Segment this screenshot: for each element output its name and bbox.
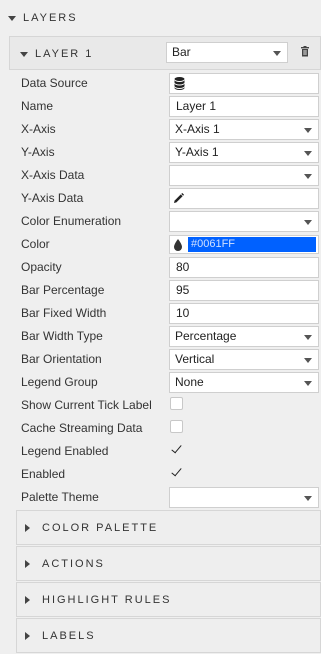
data-source-field[interactable] <box>169 73 319 94</box>
chevron-right-icon <box>25 523 30 532</box>
color-palette-section[interactable]: COLOR PALETTE <box>16 510 321 545</box>
chevron-down-icon <box>8 15 16 21</box>
bar-width-type-label: Bar Width Type <box>21 329 103 343</box>
chevron-down-icon <box>304 496 312 501</box>
color-label: Color <box>21 237 50 251</box>
bar-percentage-input[interactable]: 95 <box>169 280 319 301</box>
y-axis-data-label: Y-Axis Data <box>21 191 84 205</box>
legend-group-select[interactable]: None <box>169 372 319 393</box>
name-value: Layer 1 <box>176 99 217 113</box>
x-axis-label: X-Axis <box>21 122 56 136</box>
y-axis-value: Y-Axis 1 <box>175 145 219 159</box>
color-enumeration-select[interactable] <box>169 211 319 232</box>
actions-title: ACTIONS <box>42 557 105 570</box>
layer-1-title: LAYER 1 <box>35 48 94 60</box>
opacity-input[interactable]: 80 <box>169 257 319 278</box>
palette-theme-select[interactable] <box>169 487 319 508</box>
labels-section[interactable]: LABELS <box>16 618 321 653</box>
highlight-rules-title: HIGHLIGHT RULES <box>42 593 172 606</box>
highlight-rules-section[interactable]: HIGHLIGHT RULES <box>16 582 321 617</box>
opacity-value: 80 <box>176 260 190 274</box>
color-picker[interactable]: #0061FF <box>169 235 319 254</box>
palette-theme-label: Palette Theme <box>21 490 99 504</box>
chevron-down-icon <box>304 358 312 363</box>
layer-type-select[interactable]: Bar <box>166 42 288 63</box>
chevron-down-icon <box>304 220 312 225</box>
chevron-down-icon <box>20 51 28 57</box>
color-enumeration-label: Color Enumeration <box>21 214 122 228</box>
actions-section[interactable]: ACTIONS <box>16 546 321 581</box>
bar-percentage-value: 95 <box>176 283 190 297</box>
x-axis-value: X-Axis 1 <box>175 122 220 136</box>
bar-fixed-width-label: Bar Fixed Width <box>21 306 107 320</box>
cache-streaming-label: Cache Streaming Data <box>21 421 143 435</box>
layers-header[interactable]: LAYERS <box>0 1 321 35</box>
bar-fixed-width-value: 10 <box>176 306 190 320</box>
name-label: Name <box>21 99 54 113</box>
color-palette-title: COLOR PALETTE <box>42 521 159 534</box>
chevron-down-icon <box>304 151 312 156</box>
y-axis-select[interactable]: Y-Axis 1 <box>169 142 319 163</box>
color-swatch[interactable]: #0061FF <box>188 237 316 252</box>
chevron-down-icon <box>273 51 281 56</box>
chevron-right-icon <box>25 631 30 640</box>
layer-1-title-wrap: LAYER 1 <box>20 48 93 60</box>
trash-icon[interactable] <box>300 46 310 57</box>
chevron-down-icon <box>304 174 312 179</box>
bar-orientation-label: Bar Orientation <box>21 352 102 366</box>
name-input[interactable]: Layer 1 <box>169 96 319 117</box>
chevron-right-icon <box>25 595 30 604</box>
y-axis-data-field[interactable] <box>169 188 319 209</box>
droplet-icon <box>174 239 182 251</box>
legend-group-value: None <box>175 375 204 389</box>
layers-title: LAYERS <box>23 12 78 24</box>
bar-width-type-select[interactable]: Percentage <box>169 326 319 347</box>
database-icon <box>174 77 185 90</box>
color-value: #0061FF <box>191 238 236 250</box>
bar-orientation-select[interactable]: Vertical <box>169 349 319 370</box>
data-source-label: Data Source <box>21 76 88 90</box>
bar-orientation-value: Vertical <box>175 352 215 366</box>
chevron-down-icon <box>304 128 312 133</box>
opacity-label: Opacity <box>21 260 62 274</box>
x-axis-select[interactable]: X-Axis 1 <box>169 119 319 140</box>
x-axis-data-select[interactable] <box>169 165 319 186</box>
chevron-down-icon <box>304 381 312 386</box>
chevron-down-icon <box>304 335 312 340</box>
x-axis-data-label: X-Axis Data <box>21 168 85 182</box>
enabled-checkbox[interactable] <box>170 466 183 479</box>
cache-streaming-checkbox[interactable] <box>170 420 183 433</box>
bar-percentage-label: Bar Percentage <box>21 283 105 297</box>
show-tick-label: Show Current Tick Label <box>21 398 152 412</box>
layer-type-value: Bar <box>172 45 191 59</box>
chevron-right-icon <box>25 559 30 568</box>
show-tick-checkbox[interactable] <box>170 397 183 410</box>
y-axis-label: Y-Axis <box>21 145 55 159</box>
bar-width-type-value: Percentage <box>175 329 237 343</box>
legend-enabled-checkbox[interactable] <box>170 443 183 456</box>
legend-enabled-label: Legend Enabled <box>21 444 109 458</box>
enabled-label: Enabled <box>21 467 66 481</box>
labels-title: LABELS <box>42 629 96 642</box>
pencil-icon[interactable] <box>173 193 184 204</box>
bar-fixed-width-input[interactable]: 10 <box>169 303 319 324</box>
legend-group-label: Legend Group <box>21 375 98 389</box>
